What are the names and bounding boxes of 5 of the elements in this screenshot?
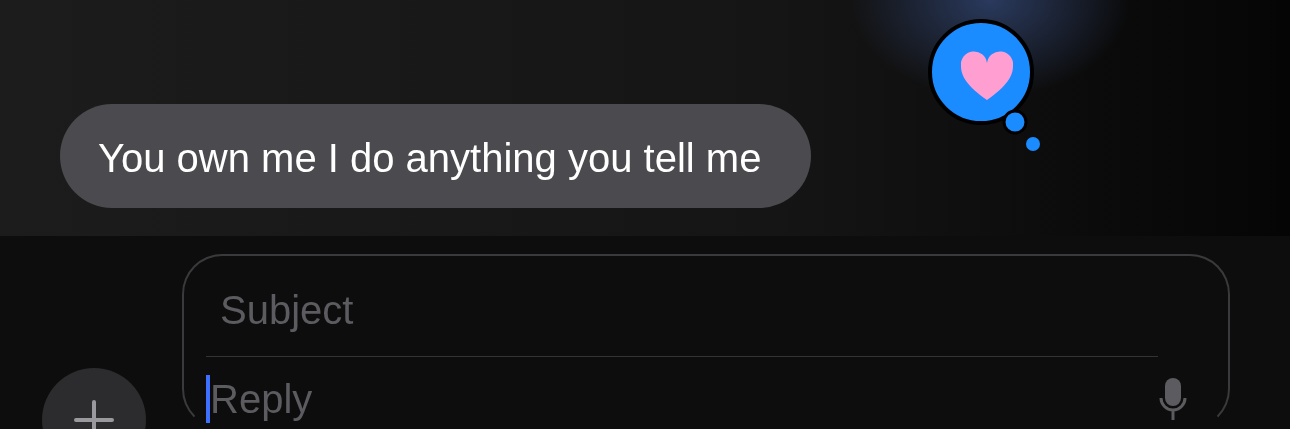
reply-field[interactable]: Reply [210,363,1158,429]
subject-field[interactable]: Subject [206,274,1188,346]
plus-icon [74,400,114,429]
message-bubble: You own me I do anything you tell me [60,104,812,208]
microphone-icon[interactable] [1158,376,1188,422]
